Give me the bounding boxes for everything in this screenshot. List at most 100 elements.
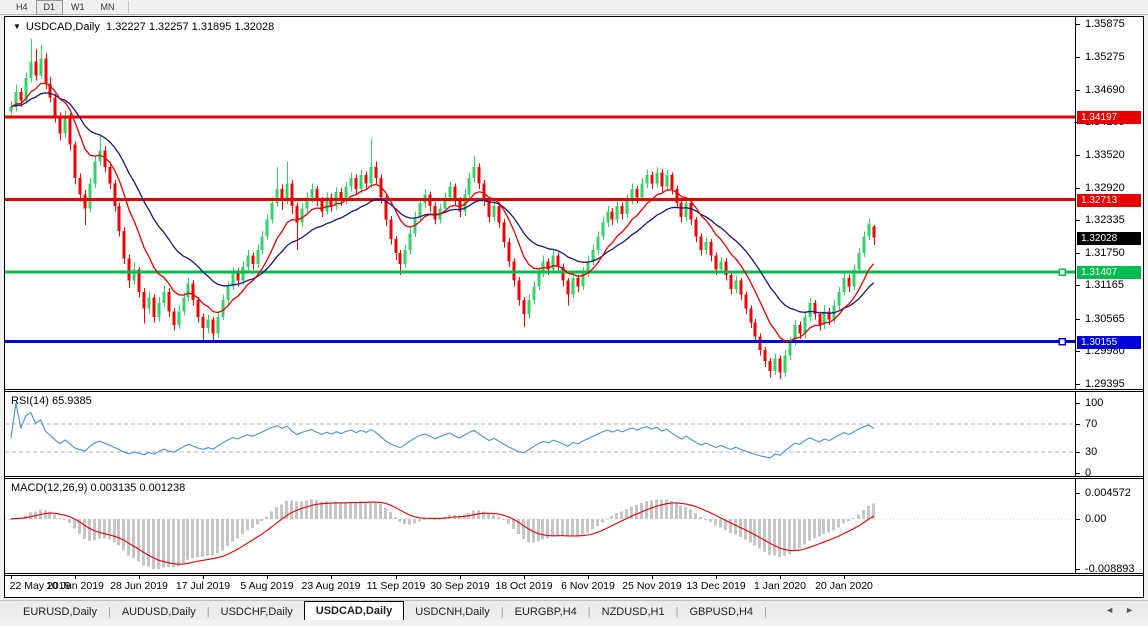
- date-axis-tick: [11, 576, 12, 579]
- price-axis[interactable]: 1.358751.352751.346901.341051.335201.329…: [1075, 17, 1143, 573]
- ma-fast-line: [11, 84, 874, 342]
- tab-eurusd-daily[interactable]: EURUSD,Daily: [12, 604, 108, 620]
- timeframe-button-h4[interactable]: H4: [8, 0, 36, 15]
- chart-ohlc-values: 1.32227 1.32257 1.31895 1.32028: [106, 21, 274, 33]
- rsi-axis-label: 100: [1085, 397, 1103, 410]
- date-axis-tick: [267, 576, 268, 579]
- price-axis-tick: [1076, 285, 1080, 286]
- tab-scroll-right-icon[interactable]: ►: [1125, 606, 1134, 615]
- hline-handle-1.31407[interactable]: [1059, 269, 1065, 275]
- price-tag-line-1.32713: 1.32713: [1077, 194, 1141, 207]
- main-chart-panel[interactable]: [5, 17, 1075, 389]
- rsi-canvas[interactable]: [5, 392, 1075, 476]
- date-axis-tick: [524, 576, 525, 579]
- price-tag-current: 1.32028: [1077, 232, 1141, 245]
- macd-axis-tick: [1076, 519, 1080, 520]
- horizontal-line-1.30155[interactable]: [5, 340, 1075, 343]
- tab-gbpusd-h4[interactable]: GBPUSD,H4: [678, 604, 764, 620]
- price-axis-tick: [1076, 220, 1080, 221]
- date-axis-label: 28 Jun 2019: [104, 580, 174, 592]
- price-axis-label: 1.33520: [1085, 149, 1125, 162]
- macd-panel[interactable]: MACD(12,26,9) 0.003135 0.001238: [5, 479, 1075, 573]
- tab-separator: |: [764, 604, 767, 620]
- panel-splitter[interactable]: [5, 389, 1143, 392]
- price-axis-tick: [1076, 90, 1080, 91]
- date-axis-tick: [844, 576, 845, 579]
- price-tag-line-1.31407: 1.31407: [1077, 266, 1141, 279]
- date-axis-label: 25 Nov 2019: [617, 580, 687, 592]
- date-axis-tick: [780, 576, 781, 579]
- terminal-window: H4D1W1MN ▼ USDCAD,Daily 1.32227 1.32257 1…: [0, 0, 1148, 626]
- date-axis-label: 17 Jul 2019: [168, 580, 238, 592]
- date-axis-label: 10 Jun 2019: [40, 580, 110, 592]
- main-chart-canvas[interactable]: [5, 17, 1075, 389]
- price-tag-line-1.30155: 1.30155: [1077, 336, 1141, 349]
- price-axis-tick: [1076, 155, 1080, 156]
- date-axis-label: 20 Jan 2020: [809, 580, 879, 592]
- macd-axis-tick: [1076, 493, 1080, 494]
- price-axis-tick: [1076, 253, 1080, 254]
- rsi-line: [11, 403, 874, 458]
- macd-axis-tick: [1076, 569, 1080, 570]
- date-axis-label: 18 Oct 2019: [489, 580, 559, 592]
- price-axis-tick: [1076, 188, 1080, 189]
- price-axis-label: 1.35875: [1085, 18, 1125, 31]
- price-tag-line-1.34197: 1.34197: [1077, 111, 1141, 124]
- macd-label: MACD(12,26,9) 0.003135 0.001238: [11, 482, 185, 494]
- date-axis-tick: [75, 576, 76, 579]
- price-axis-tick: [1076, 24, 1080, 25]
- rsi-label: RSI(14) 65.9385: [11, 395, 92, 407]
- timeframe-button-w1[interactable]: W1: [63, 0, 93, 15]
- price-axis-tick: [1076, 319, 1080, 320]
- tab-nzdusd-h1[interactable]: NZDUSD,H1: [591, 604, 676, 620]
- date-axis-tick: [588, 576, 589, 579]
- timeframe-button-mn[interactable]: MN: [93, 0, 123, 15]
- panel-splitter[interactable]: [5, 573, 1143, 576]
- date-axis-tick: [139, 576, 140, 579]
- chart-frame: ▼ USDCAD,Daily 1.32227 1.32257 1.31895 1.…: [4, 16, 1144, 598]
- date-axis-label: 1 Jan 2020: [745, 580, 815, 592]
- tab-eurgbp-h4[interactable]: EURGBP,H4: [504, 604, 588, 620]
- date-axis-tick: [652, 576, 653, 579]
- timeframe-toolbar: H4D1W1MN: [0, 0, 1148, 15]
- date-axis-label: 30 Sep 2019: [425, 580, 495, 592]
- tab-usdchf-daily[interactable]: USDCHF,Daily: [210, 604, 304, 620]
- rsi-axis-label: 70: [1085, 418, 1097, 431]
- date-axis-tick: [716, 576, 717, 579]
- panel-splitter[interactable]: [5, 476, 1143, 479]
- rsi-axis-tick: [1076, 403, 1080, 404]
- timeframe-button-d1[interactable]: D1: [36, 0, 64, 15]
- horizontal-line-1.32713[interactable]: [5, 198, 1075, 201]
- date-axis-label: 6 Nov 2019: [553, 580, 623, 592]
- horizontal-line-1.31407[interactable]: [5, 271, 1075, 274]
- rsi-axis-label: 30: [1085, 446, 1097, 459]
- date-axis-label: 23 Aug 2019: [296, 580, 366, 592]
- tab-scroll-left-icon[interactable]: ◄: [1105, 606, 1114, 615]
- chart-symbol-period: USDCAD,Daily: [26, 21, 100, 33]
- date-axis-label: 13 Dec 2019: [681, 580, 751, 592]
- chart-menu-triangle-icon: ▼: [13, 22, 21, 31]
- date-axis-label: 5 Aug 2019: [232, 580, 302, 592]
- price-axis-label: 1.30565: [1085, 313, 1125, 326]
- date-axis[interactable]: 22 May 201910 Jun 201928 Jun 201917 Jul …: [5, 576, 1075, 597]
- symbol-tab-bar: EURUSD,Daily|AUDUSD,Daily|USDCHF,DailyUS…: [0, 600, 1148, 620]
- macd-axis-label: 0.004572: [1085, 487, 1131, 500]
- horizontal-line-1.34197[interactable]: [5, 116, 1075, 119]
- rsi-axis-tick: [1076, 452, 1080, 453]
- toolbar-separator: [128, 1, 129, 13]
- rsi-axis-tick: [1076, 424, 1080, 425]
- price-axis-label: 1.31165: [1085, 279, 1124, 292]
- date-axis-tick: [331, 576, 332, 579]
- rsi-axis-tick: [1076, 473, 1080, 474]
- tab-usdcnh-daily[interactable]: USDCNH,Daily: [404, 604, 501, 620]
- price-axis-tick: [1076, 384, 1080, 385]
- tab-usdcad-daily[interactable]: USDCAD,Daily: [304, 601, 404, 620]
- date-axis-tick: [396, 576, 397, 579]
- date-axis-label: 11 Sep 2019: [361, 580, 431, 592]
- hline-handle-1.30155[interactable]: [1059, 339, 1065, 345]
- date-axis-tick: [203, 576, 204, 579]
- tab-audusd-daily[interactable]: AUDUSD,Daily: [111, 604, 207, 620]
- price-axis-tick: [1076, 57, 1080, 58]
- rsi-panel[interactable]: RSI(14) 65.9385: [5, 392, 1075, 476]
- price-axis-label: 1.35275: [1085, 51, 1125, 64]
